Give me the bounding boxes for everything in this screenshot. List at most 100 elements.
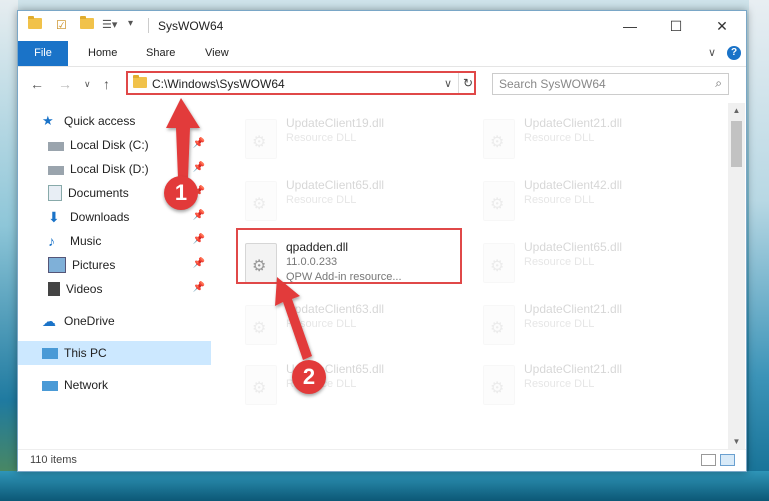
videos-icon	[48, 282, 60, 296]
refresh-icon[interactable]: ↻	[458, 73, 477, 93]
title-bar: ☑ ☰▾ ▾ SysWOW64 — ☐ ✕	[18, 11, 746, 41]
vertical-scrollbar[interactable]: ▲ ▼	[728, 103, 745, 449]
file-name: UpdateClient65.dll	[286, 178, 385, 192]
list-item[interactable]: UpdateClient42.dll Resource DLL	[475, 175, 705, 235]
address-bar[interactable]: C:\Windows\SysWOW64 ∨ ↻	[126, 71, 476, 95]
forward-arrow-icon[interactable]: →	[58, 76, 72, 92]
dll-file-icon	[483, 305, 515, 345]
file-description: Resource DLL	[524, 132, 595, 144]
sidebar-item-label: Videos	[66, 282, 103, 296]
dll-file-icon	[245, 305, 277, 345]
pin-icon: 📌	[192, 162, 205, 173]
search-input[interactable]: Search SysWOW64 ⌕	[492, 73, 729, 95]
cloud-icon: ☁	[42, 313, 56, 329]
details-view-icon[interactable]	[701, 454, 716, 466]
expand-ribbon-icon[interactable]: ∨	[708, 46, 716, 59]
address-row: ← → ∨ ↑ C:\Windows\SysWOW64 ∨ ↻ Search S…	[18, 67, 746, 101]
list-item[interactable]: UpdateClient65.dll Resource DLL	[475, 237, 705, 297]
music-icon: ♪	[48, 233, 55, 249]
help-icon[interactable]: ?	[727, 46, 741, 60]
list-item[interactable]: UpdateClient65.dll Resource DLL	[237, 359, 467, 419]
pin-icon: 📌	[192, 210, 205, 221]
pin-icon: 📌	[192, 138, 205, 149]
sidebar-item-local-disk-c[interactable]: Local Disk (C:) 📌	[18, 133, 211, 157]
dll-file-icon	[483, 243, 515, 283]
status-bar: 110 items	[18, 449, 746, 471]
tab-view[interactable]: View	[205, 41, 229, 66]
star-icon: ★	[42, 113, 54, 128]
tab-file[interactable]: File	[18, 41, 68, 66]
minimize-button[interactable]: —	[607, 11, 653, 41]
sidebar-item-this-pc[interactable]: This PC	[18, 341, 211, 365]
sidebar-item-label: Local Disk (D:)	[70, 162, 149, 176]
scroll-down-icon[interactable]: ▼	[728, 437, 745, 446]
list-item[interactable]: UpdateClient65.dll Resource DLL	[237, 175, 467, 235]
properties-icon[interactable]: ☑	[56, 18, 67, 32]
large-icons-view-icon[interactable]	[720, 454, 735, 466]
window-title: SysWOW64	[158, 19, 224, 33]
scroll-thumb[interactable]	[731, 121, 742, 167]
back-arrow-icon[interactable]: ←	[30, 76, 44, 92]
quick-access-toolbar	[28, 16, 42, 29]
tab-share[interactable]: Share	[146, 41, 175, 66]
sidebar-item-label: Network	[64, 378, 109, 392]
customize-toolbar-icon[interactable]: ☰▾	[102, 18, 117, 31]
step-1-badge: 1	[164, 176, 198, 210]
desktop-background-bottom	[0, 471, 769, 501]
new-folder-icon[interactable]	[80, 16, 94, 29]
dll-file-icon	[245, 365, 277, 405]
list-item[interactable]: UpdateClient21.dll Resource DLL	[475, 299, 705, 359]
sidebar-item-label: OneDrive	[64, 314, 115, 328]
download-icon: ⬇	[48, 209, 60, 225]
sidebar-item-label: Quick access	[64, 114, 136, 128]
sidebar-item-quick-access[interactable]: ★ Quick access	[18, 109, 211, 133]
step-2-badge: 2	[292, 360, 326, 394]
up-arrow-icon[interactable]: ↑	[103, 76, 110, 92]
file-name: UpdateClient63.dll	[286, 302, 385, 316]
sidebar-item-label: Documents	[68, 186, 129, 200]
desktop-background-left	[0, 0, 18, 501]
desktop-background-right	[749, 0, 769, 501]
pictures-icon	[48, 257, 66, 273]
close-button[interactable]: ✕	[699, 11, 745, 41]
maximize-button[interactable]: ☐	[653, 11, 699, 41]
chevron-down-icon[interactable]: ∨	[444, 77, 452, 90]
file-description: Resource DLL	[286, 194, 357, 206]
toolbar-dropdown-icon[interactable]: ▾	[128, 18, 133, 29]
documents-icon	[48, 185, 62, 201]
file-name: UpdateClient19.dll	[286, 116, 385, 130]
sidebar-item-network[interactable]: Network	[18, 373, 211, 397]
file-description: Resource DLL	[524, 194, 595, 206]
dll-file-icon	[483, 365, 515, 405]
sidebar-item-pictures[interactable]: Pictures 📌	[18, 253, 211, 277]
list-item[interactable]: UpdateClient21.dll Resource DLL	[475, 359, 705, 419]
target-file-highlight	[236, 228, 462, 284]
sidebar-item-onedrive[interactable]: ☁ OneDrive	[18, 309, 211, 333]
sidebar-item-label: Music	[70, 234, 102, 248]
file-description: Resource DLL	[286, 318, 357, 330]
pin-icon: 📌	[192, 258, 205, 269]
folder-icon	[28, 16, 42, 29]
dll-file-icon	[245, 119, 277, 159]
list-item[interactable]: UpdateClient19.dll Resource DLL	[237, 113, 467, 173]
ribbon: File Home Share View ∨ ?	[18, 41, 746, 67]
file-description: Resource DLL	[524, 256, 595, 268]
search-placeholder: Search SysWOW64	[499, 77, 606, 91]
address-path[interactable]: C:\Windows\SysWOW64	[152, 77, 285, 91]
list-item[interactable]: UpdateClient63.dll Resource DLL	[237, 299, 467, 359]
list-item[interactable]: UpdateClient21.dll Resource DLL	[475, 113, 705, 173]
scroll-up-icon[interactable]: ▲	[728, 106, 745, 115]
file-name: UpdateClient21.dll	[524, 362, 623, 376]
recent-locations-icon[interactable]: ∨	[84, 79, 91, 90]
sidebar-item-music[interactable]: ♪ Music 📌	[18, 229, 211, 253]
file-description: Resource DLL	[286, 132, 357, 144]
file-name: UpdateClient42.dll	[524, 178, 623, 192]
folder-icon	[133, 75, 147, 88]
pin-icon: 📌	[192, 234, 205, 245]
file-description: Resource DLL	[524, 378, 595, 390]
tab-home[interactable]: Home	[88, 41, 117, 66]
disk-icon	[48, 142, 64, 151]
network-icon	[42, 381, 58, 391]
sidebar-item-videos[interactable]: Videos 📌	[18, 277, 211, 301]
sidebar-item-label: Downloads	[70, 210, 130, 224]
